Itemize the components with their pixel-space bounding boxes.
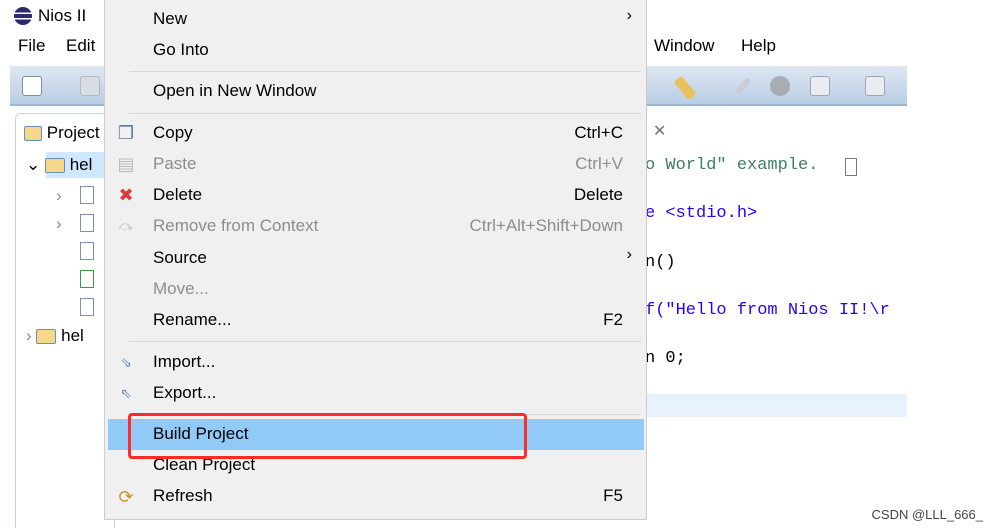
new-icon[interactable] (22, 76, 42, 96)
pen-icon[interactable] (734, 76, 752, 96)
project-explorer-icon (24, 126, 42, 142)
annotation-highlight-box (128, 413, 527, 459)
menu-edit[interactable]: Edit (66, 36, 95, 56)
menu-item-label: Paste (153, 154, 197, 173)
menu-item-label: Source (153, 248, 207, 267)
eclipse-logo-icon (14, 7, 32, 25)
project-explorer-tab[interactable]: Project (24, 123, 100, 143)
folded-comment-icon[interactable] (845, 158, 857, 176)
menu-item-paste: ▤ Paste Ctrl+V (108, 148, 644, 179)
chevron-right-icon[interactable]: › (26, 326, 32, 345)
menu-item-open-in-new-window[interactable]: Open in New Window (108, 75, 644, 106)
includes-icon (80, 186, 94, 204)
menu-item-label: Go Into (153, 40, 209, 59)
shortcut: Ctrl+C (574, 123, 623, 142)
menu-item-label: Rename... (153, 310, 232, 329)
shortcut: Ctrl+V (575, 154, 623, 173)
menu-help[interactable]: Help (741, 36, 776, 56)
submenu-arrow-icon: › (626, 246, 632, 263)
tree-item-label: hel (69, 155, 93, 174)
menu-window[interactable]: Window (654, 36, 714, 56)
code-line: n 0; (645, 349, 686, 368)
menu-item-go-into[interactable]: Go Into (108, 34, 644, 65)
menu-item-copy[interactable]: ❐ Copy Ctrl+C (108, 117, 644, 148)
menu-separator (129, 113, 641, 114)
menu-item-label: New (153, 9, 188, 28)
shortcut: F5 (603, 486, 623, 505)
export-toolbar-icon[interactable] (865, 76, 885, 96)
menu-item-remove-from-context: ⤼ Remove from Context Ctrl+Alt+Shift+Down (108, 210, 644, 241)
code-line: e <stdio.h> (645, 204, 758, 223)
menu-item-refresh[interactable]: ⟳ Refresh F5 (108, 481, 644, 512)
menu-item-new[interactable]: New › (108, 3, 644, 34)
menu-item-label: Remove from Context (153, 216, 319, 235)
menu-item-export[interactable]: ⇖ Export... (108, 377, 644, 408)
chevron-right-icon[interactable]: › (56, 214, 62, 234)
debug-icon[interactable] (673, 75, 697, 101)
menu-item-label: Export... (153, 383, 217, 402)
paste-icon: ▤ (117, 154, 135, 174)
menu-item-delete[interactable]: ✖ Delete Delete (108, 179, 644, 210)
menu-item-label: Open in New Window (153, 81, 317, 100)
file-icon (80, 298, 94, 316)
delete-icon: ✖ (118, 185, 134, 205)
menu-item-source[interactable]: Source › (108, 242, 644, 273)
menu-file[interactable]: File (18, 36, 45, 56)
window-title: Nios II (38, 6, 87, 25)
file-icon (80, 242, 94, 260)
code-line: o World" example. (645, 156, 819, 175)
current-line-highlight (645, 394, 907, 417)
menu-item-label: Refresh (153, 486, 213, 505)
chevron-down-icon[interactable]: ⌄ (26, 155, 40, 174)
tree-item-project-1[interactable]: ⌄ hel (26, 155, 92, 175)
close-tab-icon[interactable]: ✕ (653, 121, 666, 141)
tab-label: Project (46, 123, 100, 142)
menu-separator (129, 71, 641, 72)
refresh-icon: ⟳ (118, 487, 134, 507)
export-icon: ⇖ (120, 385, 132, 401)
shortcut: Ctrl+Alt+Shift+Down (469, 216, 623, 235)
tree-item-label: hel (61, 326, 84, 345)
project-folder-icon (36, 329, 57, 345)
save-icon[interactable] (80, 76, 100, 96)
target-file-icon (80, 270, 94, 288)
code-line: f("Hello from Nios II!\r (645, 301, 890, 320)
c-source-icon (80, 214, 94, 232)
shortcut: F2 (603, 310, 623, 329)
copy-icon: ❐ (117, 123, 135, 143)
menu-item-import[interactable]: ⇘ Import... (108, 346, 644, 377)
watermark: CSDN @LLL_666_ (871, 507, 983, 522)
menu-separator (129, 341, 641, 342)
menu-item-label: Move... (153, 279, 209, 298)
shortcut: Delete (573, 185, 623, 204)
chevron-right-icon[interactable]: › (56, 186, 62, 206)
tool-icon[interactable] (770, 76, 790, 96)
menu-item-label: Copy (153, 123, 193, 142)
import-icon: ⇘ (120, 354, 132, 370)
menu-item-move: Move... (108, 273, 644, 304)
code-line: n() (645, 253, 676, 272)
menu-item-rename[interactable]: Rename... F2 (108, 304, 644, 335)
menu-item-label: Delete (153, 185, 203, 204)
code-editor[interactable]: ✕ o World" example. e <stdio.h> n() f("H… (645, 113, 907, 528)
import-toolbar-icon[interactable] (810, 76, 830, 96)
submenu-arrow-icon: › (626, 7, 632, 24)
remove-context-icon: ⤼ (119, 218, 133, 233)
project-folder-icon (44, 158, 65, 174)
project-explorer: Project ⌄ hel › › › hel (15, 113, 116, 528)
window-title-bar: Nios II (14, 6, 86, 26)
menu-item-label: Import... (153, 352, 216, 371)
tree-item-project-2[interactable]: › hel (26, 326, 84, 346)
